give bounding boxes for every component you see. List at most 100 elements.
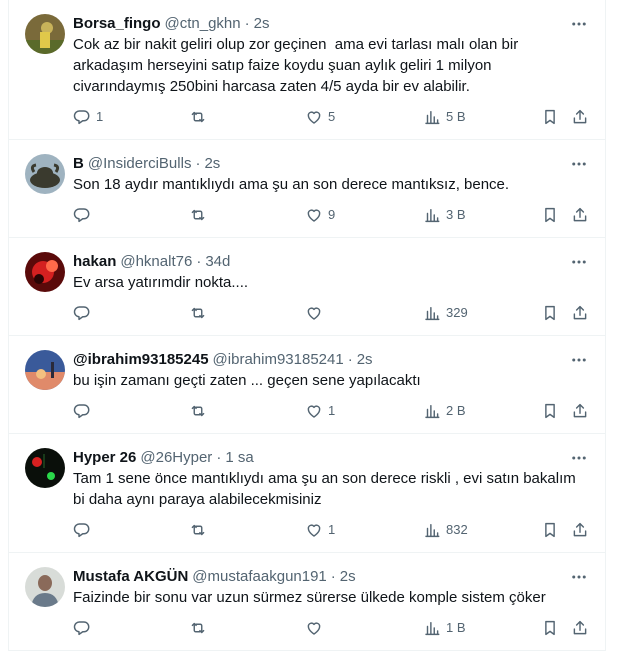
action-bar: 1 832 — [73, 510, 589, 552]
reply-button[interactable] — [73, 520, 96, 540]
borsa-fingo-avatar — [25, 14, 65, 54]
reply-button[interactable] — [73, 618, 96, 638]
view-count: 2 B — [446, 403, 466, 418]
display-name[interactable]: Mustafa AKGÜN — [73, 566, 188, 588]
tweet-header: Borsa_fingo @ctn_gkhn · 2s — [73, 12, 589, 34]
more-horizontal-icon — [572, 22, 586, 26]
avatar[interactable] — [25, 448, 65, 488]
more-options-button[interactable] — [569, 154, 589, 174]
views-button[interactable]: 329 — [423, 303, 468, 323]
more-options-button[interactable] — [569, 448, 589, 468]
share-upload-icon — [573, 207, 587, 222]
bookmark-button[interactable] — [541, 205, 559, 225]
like-button[interactable]: 5 — [305, 107, 335, 127]
share-upload-icon — [573, 620, 587, 635]
view-count: 832 — [446, 522, 468, 537]
retweet-icon — [191, 622, 205, 634]
views-button[interactable]: 832 — [423, 520, 468, 540]
like-button[interactable] — [305, 618, 328, 638]
share-button[interactable] — [571, 303, 589, 323]
retweet-button[interactable] — [189, 618, 212, 638]
avatar[interactable] — [25, 350, 65, 390]
views-button[interactable]: 1 B — [423, 618, 466, 638]
bookmark-button[interactable] — [541, 618, 559, 638]
action-bar: 9 3 B — [73, 195, 589, 237]
heart-icon — [307, 307, 321, 320]
reply-button[interactable] — [73, 205, 96, 225]
user-handle[interactable]: @26Hyper — [140, 447, 212, 469]
like-button[interactable]: 1 — [305, 520, 335, 540]
tweet-header: Mustafa AKGÜN @mustafaakgun191 · 2s — [73, 565, 589, 587]
reply-icon — [73, 404, 90, 419]
timestamp[interactable]: 2s — [254, 13, 270, 35]
views-button[interactable]: 3 B — [423, 205, 466, 225]
display-name[interactable]: hakan — [73, 251, 116, 273]
views-chart-icon — [425, 307, 440, 321]
display-name[interactable]: @ibrahim93185245 — [73, 349, 209, 371]
retweet-icon — [191, 209, 205, 221]
timestamp[interactable]: 2s — [204, 153, 220, 175]
tweet[interactable]: hakan @hknalt76 · 34d Ev arsa yatırımdir… — [9, 238, 605, 336]
avatar[interactable] — [25, 154, 65, 194]
share-button[interactable] — [571, 520, 589, 540]
retweet-icon — [191, 524, 205, 536]
reply-button[interactable] — [73, 303, 96, 323]
more-options-button[interactable] — [569, 14, 589, 34]
tweet-text: Tam 1 sene önce mantıklıydı ama şu an so… — [73, 470, 580, 508]
timestamp[interactable]: 34d — [205, 251, 230, 273]
user-handle[interactable]: @ibrahim93185241 — [213, 349, 344, 371]
avatar[interactable] — [25, 567, 65, 607]
tweet[interactable]: Hyper 26 @26Hyper · 1 sa Tam 1 sene önce… — [9, 434, 605, 553]
display-name[interactable]: Hyper 26 — [73, 447, 136, 469]
display-name[interactable]: B — [73, 153, 84, 175]
user-handle[interactable]: @InsiderciBulls — [88, 153, 192, 175]
tweet[interactable]: @ibrahim93185245 @ibrahim93185241 · 2s b… — [9, 336, 605, 434]
timestamp[interactable]: 2s — [357, 349, 373, 371]
share-button[interactable] — [571, 401, 589, 421]
user-handle[interactable]: @ctn_gkhn — [165, 13, 241, 35]
timestamp[interactable]: 1 sa — [225, 447, 253, 469]
bookmark-icon — [545, 620, 555, 636]
like-button[interactable]: 1 — [305, 401, 335, 421]
tweet[interactable]: Borsa_fingo @ctn_gkhn · 2s Cok az bir na… — [9, 0, 605, 140]
bookmark-button[interactable] — [541, 303, 559, 323]
retweet-button[interactable] — [189, 401, 212, 421]
bookmark-button[interactable] — [541, 401, 559, 421]
views-button[interactable]: 2 B — [423, 401, 466, 421]
reply-icon — [73, 621, 90, 636]
more-horizontal-icon — [572, 456, 586, 460]
tweet[interactable]: Mustafa AKGÜN @mustafaakgun191 · 2s Faiz… — [9, 553, 605, 651]
retweet-button[interactable] — [189, 205, 212, 225]
like-button[interactable]: 9 — [305, 205, 335, 225]
view-count: 329 — [446, 305, 468, 320]
tweet-text: Ev arsa yatırımdir nokta.... — [73, 274, 249, 291]
more-options-button[interactable] — [569, 567, 589, 587]
views-chart-icon — [425, 524, 440, 538]
retweet-button[interactable] — [189, 520, 212, 540]
avatar[interactable] — [25, 14, 65, 54]
bookmark-button[interactable] — [541, 520, 559, 540]
bookmark-icon — [545, 109, 555, 125]
tweet[interactable]: B @InsiderciBulls · 2s Son 18 aydır mant… — [9, 140, 605, 238]
user-handle[interactable]: @mustafaakgun191 — [192, 566, 326, 588]
separator-dot: · — [195, 155, 201, 172]
share-button[interactable] — [571, 205, 589, 225]
reply-button[interactable]: 1 — [73, 107, 103, 127]
display-name[interactable]: Borsa_fingo — [73, 13, 161, 35]
share-button[interactable] — [571, 618, 589, 638]
views-button[interactable]: 5 B — [423, 107, 466, 127]
reply-button[interactable] — [73, 401, 96, 421]
more-horizontal-icon — [572, 358, 586, 362]
views-chart-icon — [425, 622, 440, 636]
retweet-button[interactable] — [189, 107, 212, 127]
timestamp[interactable]: 2s — [340, 566, 356, 588]
avatar[interactable] — [25, 252, 65, 292]
more-options-button[interactable] — [569, 350, 589, 370]
share-button[interactable] — [571, 107, 589, 127]
bull-statue-avatar — [25, 154, 65, 194]
like-button[interactable] — [305, 303, 328, 323]
retweet-button[interactable] — [189, 303, 212, 323]
more-options-button[interactable] — [569, 252, 589, 272]
user-handle[interactable]: @hknalt76 — [120, 251, 192, 273]
bookmark-button[interactable] — [541, 107, 559, 127]
